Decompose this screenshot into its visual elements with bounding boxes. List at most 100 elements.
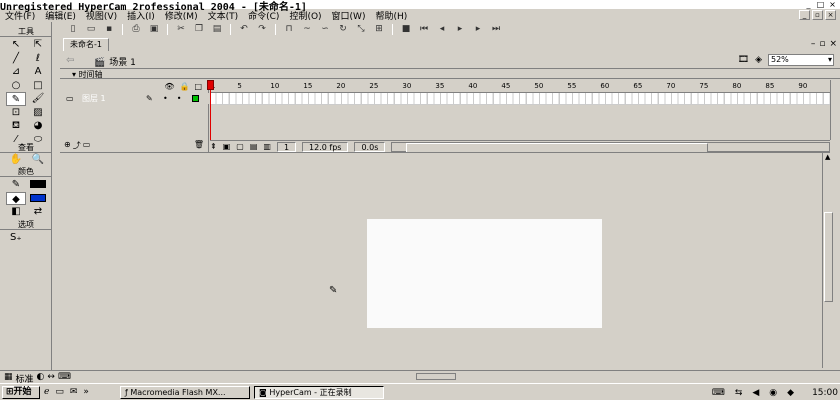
playhead[interactable]	[207, 80, 214, 140]
scale-icon[interactable]: ⤡	[356, 24, 366, 34]
onion-markers-icon[interactable]: ▥	[263, 142, 271, 151]
hand-tool-icon[interactable]: ✋	[6, 153, 26, 167]
subselect-tool-icon[interactable]: ⇱	[28, 38, 48, 52]
keyboard-layout-icon[interactable]: ⌨	[712, 388, 725, 398]
pencil-mode-option-icon[interactable]: S₊	[10, 232, 22, 243]
doc-close-button[interactable]: ×	[825, 10, 836, 20]
menu-window[interactable]: 窗口(W)	[332, 9, 366, 22]
swap-colors-icon[interactable]: ⇄	[28, 205, 48, 219]
menu-commands[interactable]: 命令(C)	[248, 9, 279, 22]
undo-icon[interactable]: ↶	[239, 24, 249, 34]
tray-security-icon[interactable]: ◆	[787, 388, 794, 398]
timeline-horizontal-scrollbar[interactable]	[391, 141, 830, 153]
show-hide-all-icon[interactable]: 👁	[164, 82, 174, 91]
network-icon[interactable]: ⇆	[735, 388, 743, 398]
step-back-icon[interactable]: ◂	[437, 24, 447, 34]
default-colors-icon[interactable]: ◧	[6, 205, 26, 219]
quicklaunch-expand-icon[interactable]: »	[83, 387, 89, 397]
zoom-tool-icon[interactable]: 🔍	[28, 153, 48, 167]
stage-vertical-scrollbar[interactable]: ▲	[822, 152, 834, 368]
save-icon[interactable]: ▪	[104, 24, 114, 34]
menu-file[interactable]: 文件(F)	[5, 9, 35, 22]
redo-icon[interactable]: ↷	[257, 24, 267, 34]
lock-all-icon[interactable]: 🔒	[179, 82, 189, 91]
volume-icon[interactable]: ◀	[752, 388, 759, 398]
oval-tool-icon[interactable]: ○	[6, 79, 26, 93]
step-forward-icon[interactable]: ▸	[473, 24, 483, 34]
fill-transform-tool-icon[interactable]: ▨	[28, 106, 48, 120]
layer-outline-color[interactable]	[192, 95, 199, 102]
tray-app-icon[interactable]: ◉	[769, 388, 777, 398]
doc-window-restore-icon[interactable]: ▫	[819, 39, 825, 49]
minimize-button[interactable]: _	[803, 0, 814, 9]
line-tool-icon[interactable]: ╱	[6, 52, 26, 66]
go-to-end-icon[interactable]: ⏭	[491, 24, 501, 34]
show-desktop-icon[interactable]: ▭	[55, 387, 64, 397]
stage-area[interactable]: ✎	[60, 152, 830, 370]
edit-multiple-frames-icon[interactable]: ▤	[250, 142, 258, 151]
frame-ruler[interactable]: 151015202530354045505560657075808590	[210, 80, 830, 93]
edit-scene-icon[interactable]: 🎞	[738, 55, 749, 65]
ink-bottle-tool-icon[interactable]: ⛾	[6, 119, 26, 133]
rewind-icon[interactable]: ⏮	[419, 24, 429, 34]
new-file-icon[interactable]: ▯	[68, 24, 78, 34]
scroll-thumb[interactable]	[824, 212, 833, 302]
snap-magnet-icon[interactable]: ⊓	[284, 24, 294, 34]
print-preview-icon[interactable]: ▣	[149, 24, 159, 34]
ie-icon[interactable]: ℯ	[44, 387, 49, 397]
play-icon[interactable]: ▸	[455, 24, 465, 34]
menu-modify[interactable]: 修改(M)	[165, 9, 198, 22]
zoom-select[interactable]: 52%	[768, 54, 834, 66]
frame-cells[interactable]	[210, 93, 830, 105]
outlook-icon[interactable]: ✉	[70, 387, 78, 397]
paste-icon[interactable]: ▤	[212, 24, 222, 34]
menu-view[interactable]: 视图(V)	[86, 9, 117, 22]
edit-symbol-icon[interactable]: ◈	[755, 55, 762, 65]
outline-all-icon[interactable]: □	[194, 82, 202, 91]
onion-skin-icon[interactable]: ▣	[223, 142, 231, 151]
text-tool-icon[interactable]: A	[28, 65, 48, 79]
smooth-icon[interactable]: ~	[302, 24, 312, 34]
lasso-tool-icon[interactable]: ℓ	[28, 52, 48, 66]
panel-scroll-handle[interactable]	[416, 373, 456, 380]
menu-insert[interactable]: 插入(I)	[127, 9, 155, 22]
center-frame-icon[interactable]: ⇞	[210, 142, 217, 151]
menu-text[interactable]: 文本(T)	[208, 9, 239, 22]
align-icon[interactable]: ⊞	[374, 24, 384, 34]
layer-visibility-dots[interactable]: ••	[163, 93, 190, 104]
onion-outline-icon[interactable]: ▢	[236, 142, 244, 151]
copy-icon[interactable]: ❐	[194, 24, 204, 34]
delete-layer-icon[interactable]: 🗑	[194, 140, 204, 151]
stage-canvas[interactable]	[367, 219, 602, 328]
maximize-button[interactable]: □	[815, 0, 826, 9]
close-button[interactable]: ×	[827, 0, 838, 9]
pencil-tool-icon[interactable]: ✎	[6, 92, 26, 106]
document-tab[interactable]: 未命名-1	[63, 38, 109, 51]
straighten-icon[interactable]: ∽	[320, 24, 330, 34]
menu-control[interactable]: 控制(O)	[289, 9, 321, 22]
free-transform-tool-icon[interactable]: ⊡	[6, 106, 26, 120]
fill-color-swatch[interactable]	[28, 192, 48, 206]
menu-help[interactable]: 帮助(H)	[375, 9, 407, 22]
doc-restore-button[interactable]: ▫	[812, 10, 823, 20]
doc-minimize-button[interactable]: _	[799, 10, 810, 20]
scene-breadcrumb[interactable]: 🎬 场景 1	[94, 55, 136, 68]
taskbar-hypercam-button[interactable]: ◙ HyperCam - 正在录制	[254, 386, 384, 399]
print-icon[interactable]: ⎙	[131, 24, 141, 34]
start-button[interactable]: ⊞开始	[2, 386, 40, 399]
rotate-icon[interactable]: ↻	[338, 24, 348, 34]
timeline-vertical-scrollbar[interactable]	[830, 80, 840, 140]
doc-window-close-icon[interactable]: ×	[829, 39, 837, 49]
doc-window-minimize-icon[interactable]: –	[811, 39, 816, 49]
arrow-tool-icon[interactable]: ↖	[6, 38, 26, 52]
stroke-color-swatch[interactable]	[28, 178, 48, 192]
add-guide-layer-icon[interactable]: ⤴	[73, 140, 81, 151]
playhead-handle[interactable]	[207, 80, 214, 90]
insert-folder-icon[interactable]: ▭	[83, 140, 91, 151]
stop-icon[interactable]: ■	[401, 24, 411, 34]
paint-bucket-tool-icon[interactable]: ◕	[28, 119, 48, 133]
taskbar-flash-button[interactable]: ƒ Macromedia Flash MX...	[120, 386, 250, 399]
insert-layer-icon[interactable]: ⊕	[64, 140, 71, 151]
rectangle-tool-icon[interactable]: □	[28, 79, 48, 93]
open-folder-icon[interactable]: ▭	[86, 24, 96, 34]
